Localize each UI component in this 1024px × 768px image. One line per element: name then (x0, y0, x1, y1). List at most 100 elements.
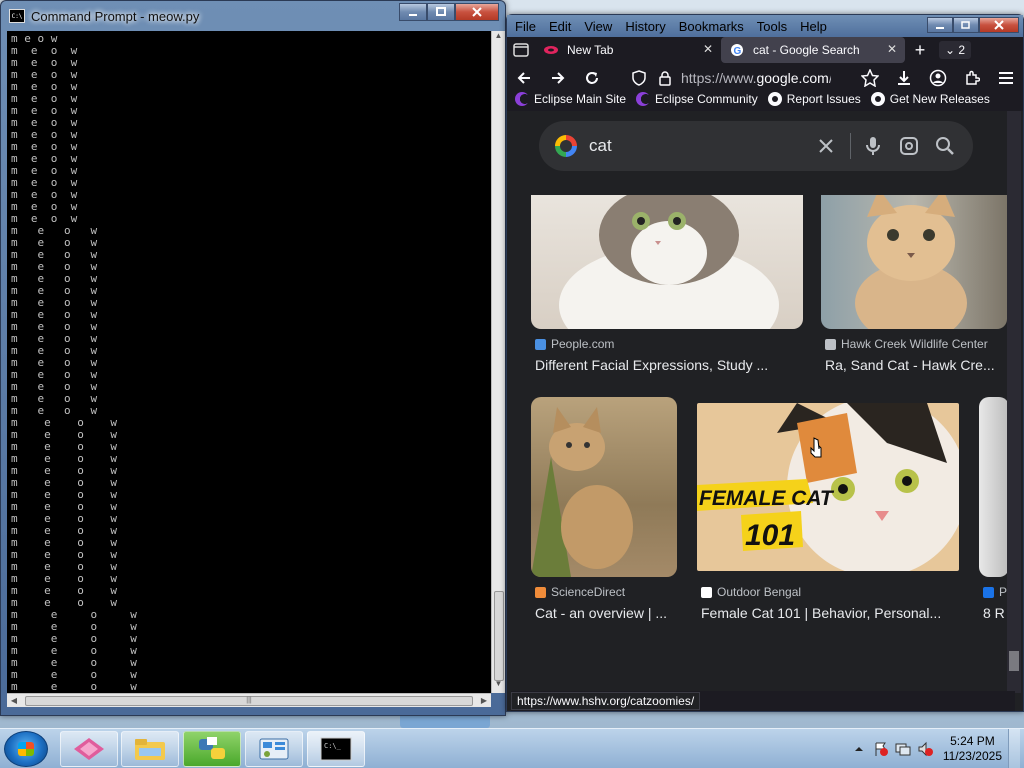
overlay-text-1: FEMALE CAT (699, 487, 835, 510)
scrollbar-thumb[interactable] (494, 591, 504, 681)
result-image-5[interactable] (979, 397, 1009, 577)
close-tab-icon[interactable]: ✕ (887, 42, 897, 56)
volume-muted-icon[interactable] (917, 741, 933, 757)
google-logo-icon (555, 135, 577, 157)
cat-photo-3 (531, 407, 633, 577)
menu-history[interactable]: History (625, 19, 665, 34)
network-icon[interactable] (895, 741, 911, 757)
tab-overflow-button[interactable]: ⌄ 2 (939, 41, 972, 59)
voice-search-button[interactable] (859, 132, 887, 160)
search-submit-button[interactable] (931, 132, 959, 160)
search-query-text[interactable]: cat (589, 136, 612, 156)
maximize-button[interactable] (427, 3, 455, 21)
taskbar-file-explorer[interactable] (121, 731, 179, 767)
close-tab-icon[interactable]: ✕ (703, 42, 713, 56)
eclipse-icon (515, 92, 529, 106)
taskbar-app-pink[interactable] (60, 731, 118, 767)
taskbar-control-panel[interactable] (245, 731, 303, 767)
cmd-vertical-scrollbar[interactable]: ▲ ▼ (491, 31, 505, 693)
bookmark-eclipse-main-site[interactable]: Eclipse Main Site (515, 92, 626, 106)
start-button[interactable] (4, 731, 48, 767)
menu-file[interactable]: File (515, 19, 536, 34)
eclipse-icon (636, 92, 651, 106)
result-image-2[interactable] (821, 195, 1007, 329)
show-desktop-button[interactable] (1008, 729, 1020, 768)
new-tab-button[interactable]: + (905, 40, 935, 61)
tab-google-search[interactable]: G cat - Google Search ✕ (721, 37, 905, 63)
result-source-1[interactable]: People.com (535, 337, 614, 351)
cat-photo-4: FEMALE CAT 101 (697, 403, 959, 571)
cmd-horizontal-scrollbar[interactable]: ◀ ||| ▶ (7, 693, 491, 707)
source-label: People.com (551, 337, 615, 351)
page-vertical-scrollbar[interactable] (1007, 111, 1021, 693)
horizontal-scrollbar-thumb[interactable]: ||| (25, 696, 473, 706)
menu-bookmarks[interactable]: Bookmarks (679, 19, 744, 34)
github-icon (870, 92, 885, 106)
result-image-3[interactable] (531, 397, 677, 577)
cat-photo-2 (855, 195, 967, 329)
tab-list-icon (513, 43, 529, 57)
result-source-3[interactable]: ScienceDirect (535, 585, 625, 599)
ff-close-button[interactable] (979, 17, 1019, 33)
page-scrollbar-thumb[interactable] (1009, 651, 1019, 671)
result-image-4[interactable]: FEMALE CAT 101 (697, 403, 959, 571)
ff-maximize-button[interactable] (953, 17, 979, 33)
web-page-content: cat People.com Different Facial Expressi… (511, 111, 1015, 691)
url-host: google.com (756, 70, 829, 86)
hawk-creek-favicon-icon (825, 338, 836, 350)
scroll-up-icon[interactable]: ▲ (492, 31, 505, 45)
console-line: m e o w (11, 116, 78, 129)
console-output-text: m e o wm e o wm e o wm e o wm e o wm e o… (7, 31, 491, 694)
result-title-1[interactable]: Different Facial Expressions, Study ... (535, 357, 797, 373)
result-source-5[interactable]: P (983, 585, 1007, 599)
minimize-button[interactable] (399, 3, 427, 21)
clock[interactable]: 5:24 PM 11/23/2025 (943, 734, 1002, 764)
divider (850, 133, 851, 159)
outdoor-bengal-favicon-icon (701, 586, 712, 598)
show-hidden-icons-chevron-icon[interactable] (851, 741, 867, 757)
url-path: / (829, 70, 831, 86)
image-search-button[interactable] (895, 132, 923, 160)
list-all-tabs-button[interactable] (507, 37, 535, 63)
result-title-2[interactable]: Ra, Sand Cat - Hawk Cre... (825, 357, 1007, 373)
reload-icon (586, 72, 598, 84)
menu-tools[interactable]: Tools (757, 19, 787, 34)
close-button[interactable] (455, 3, 499, 21)
search-icon (936, 137, 954, 155)
source-label: Hawk Creek Wildlife Center (841, 337, 988, 351)
result-title-4[interactable]: Female Cat 101 | Behavior, Personal... (701, 605, 963, 621)
menu-edit[interactable]: Edit (549, 19, 571, 34)
console-line: m e o w (11, 80, 78, 93)
menu-help[interactable]: Help (800, 19, 827, 34)
system-tray: 5:24 PM 11/23/2025 (845, 729, 1024, 768)
result-source-2[interactable]: Hawk Creek Wildlife Center (825, 337, 988, 351)
control-panel-icon (259, 738, 289, 760)
clear-search-button[interactable] (812, 132, 840, 160)
bookmarks-toolbar: Eclipse Main Site Eclipse Community Repo… (507, 87, 1023, 111)
result-title-3[interactable]: Cat - an overview | ... (535, 605, 681, 621)
bookmark-get-new-releases[interactable]: Get New Releases (870, 92, 990, 106)
url-text[interactable]: https://www.google.com/ (681, 70, 831, 86)
microphone-icon (866, 137, 880, 155)
scroll-right-icon[interactable]: ▶ (477, 694, 491, 708)
console-line: m e o w (11, 92, 78, 105)
menu-view[interactable]: View (584, 19, 612, 34)
tab-new-tab[interactable]: New Tab ✕ (535, 37, 721, 63)
result-image-1[interactable] (531, 195, 803, 329)
bookmark-eclipse-community[interactable]: Eclipse Community (636, 92, 758, 106)
taskbar-python[interactable] (183, 731, 241, 767)
google-search-box[interactable]: cat (539, 121, 973, 171)
console-line: m e o w (11, 32, 58, 45)
result-title-5[interactable]: 8 R (983, 605, 1009, 621)
ff-minimize-button[interactable] (927, 17, 953, 33)
bookmark-label: Get New Releases (889, 92, 990, 106)
taskbar-command-prompt[interactable]: C:\_ (307, 731, 365, 767)
bookmark-report-issues[interactable]: Report Issues (767, 92, 861, 106)
console-output-area[interactable]: m e o wm e o wm e o wm e o wm e o wm e o… (7, 31, 491, 693)
action-center-flag-icon[interactable] (873, 741, 889, 757)
scroll-down-icon[interactable]: ▼ (492, 679, 505, 693)
source-label: Outdoor Bengal (717, 585, 802, 599)
result-source-4[interactable]: Outdoor Bengal (701, 585, 801, 599)
scroll-left-icon[interactable]: ◀ (7, 694, 21, 708)
clear-x-icon (819, 139, 833, 153)
